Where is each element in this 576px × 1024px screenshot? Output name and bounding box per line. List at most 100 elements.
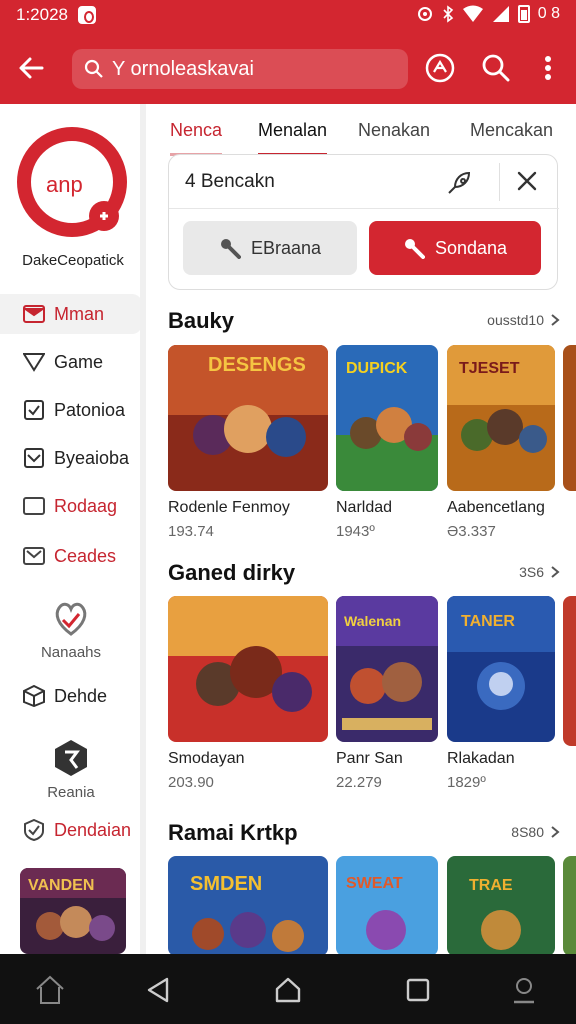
wrench-icon [404, 239, 425, 259]
search-button[interactable] [478, 50, 514, 86]
cover-text: DESENGS [208, 354, 306, 376]
sidebar-item-game[interactable]: Game [0, 342, 140, 382]
section-more-label: 8Ѕ80 [511, 824, 544, 840]
home-nav-button[interactable] [268, 972, 308, 1008]
game-title: Smodayan [168, 750, 245, 767]
top-app-bar: 1:2028 0 8 [0, 0, 576, 104]
sync-icon [417, 7, 432, 21]
cover-text: SMDEN [190, 873, 262, 895]
brand-name: DakeCeopatick [22, 252, 124, 269]
status-icons: 0 8 [416, 5, 560, 23]
tab-nenca[interactable]: Nenca [170, 116, 223, 156]
brand-logo-text: anp [46, 172, 83, 197]
assistant-icon [514, 978, 534, 1004]
checkbox-icon [22, 398, 46, 422]
tab-mencakan[interactable]: Mencakan [470, 116, 553, 156]
section-more-link[interactable]: 3Ѕ6 [519, 564, 560, 580]
status-bar: 1:2028 0 8 [0, 0, 576, 32]
tab-bar: Nenca Menalan Nenakan Mencakan [152, 116, 576, 156]
rocket-icon[interactable] [445, 169, 473, 202]
game-stat: 22.279 [336, 774, 382, 791]
game-title: Rodenle Fenmoy [168, 499, 290, 516]
back-nav-button[interactable] [138, 972, 178, 1008]
battery-icon [517, 5, 530, 23]
divider [499, 163, 500, 201]
section-title: Bauky [168, 308, 235, 333]
cover-text: DUPICK [346, 360, 408, 377]
sidebar-item-dehde[interactable]: Dehde [0, 676, 140, 716]
sidebar-game-thumbnail[interactable]: VANDEN [20, 868, 126, 954]
game-card-partial[interactable] [563, 856, 576, 954]
primary-button-label: Sondana [434, 237, 508, 258]
sidebar-item-byeaioba[interactable]: Byeaioba [0, 438, 140, 478]
game-stat: 1829º [447, 774, 486, 791]
sidebar-item-label: Dehde [54, 685, 108, 706]
game-card[interactable]: DESENGS Rodenle Fenmoy 193.74 [168, 345, 328, 540]
recents-nav-button[interactable] [398, 972, 438, 1008]
filter-query[interactable]: 4 Bencakn [185, 171, 275, 193]
more-vert-icon [545, 56, 551, 80]
game-card[interactable]: TRAE [447, 856, 555, 954]
sidebar-item-mman[interactable]: Mman [0, 294, 140, 334]
chevron-right-icon [551, 314, 560, 326]
section-more-link[interactable]: ousstd10 [487, 312, 560, 328]
filter-query-row: 4 Bencakn [169, 155, 559, 209]
sidebar-item-dendaian[interactable]: Dendaian [0, 810, 140, 850]
game-cover: TRAE [447, 856, 555, 954]
sidebar-item-label: Rodaag [54, 495, 118, 516]
game-stat: 1943º [336, 523, 375, 540]
game-cover: SMDEN [168, 856, 328, 954]
game-title: Panr San [336, 750, 403, 767]
assistant-nav-button[interactable] [504, 972, 544, 1008]
wrench-icon [220, 239, 241, 259]
search-field[interactable] [72, 49, 408, 89]
game-card[interactable]: TJESET Aabencetlang Ə3.337 [447, 345, 555, 540]
game-card[interactable]: TANER Rlakadan 1829º [447, 596, 555, 791]
search-input[interactable] [112, 57, 382, 81]
main-content: Nenca Menalan Nenakan Mencakan 4 Bencakn… [152, 104, 576, 954]
square-icon [406, 978, 430, 1002]
arrow-left-icon [19, 57, 44, 79]
game-card-partial[interactable] [563, 345, 576, 491]
game-title: Aabencetlang [447, 499, 545, 516]
overflow-menu-button[interactable] [530, 50, 566, 86]
chevron-right-icon [551, 566, 560, 578]
game-card[interactable]: SMDEN [168, 856, 328, 954]
section-title: Ramai Krtkp [168, 820, 298, 845]
game-card[interactable]: SWEAT [336, 856, 438, 954]
game-cover: DESENGS [168, 345, 328, 491]
game-card[interactable]: Smodayan 203.90 [168, 596, 328, 791]
home-tab-button[interactable] [30, 972, 70, 1008]
close-icon[interactable] [515, 169, 539, 198]
secondary-button[interactable]: EBraana [183, 221, 357, 275]
sidebar-item-ceades[interactable]: Ceades [0, 536, 140, 576]
tab-nenakan[interactable]: Nenakan [358, 116, 430, 156]
tab-menalan[interactable]: Menalan [258, 116, 328, 156]
mail-check-icon [22, 544, 46, 568]
badge-button[interactable] [422, 50, 458, 86]
game-card-partial[interactable] [563, 596, 576, 746]
game-cover: TANER [447, 596, 555, 742]
game-cover: DUPICK [336, 345, 438, 491]
search-icon [84, 59, 103, 78]
sidebar-item-nanaahs[interactable]: Nanaahs [0, 598, 140, 661]
sidebar-item-patonioa[interactable]: Patonioa [0, 390, 140, 430]
game-card[interactable]: Walenan Panr San 22.279 [336, 596, 438, 791]
bluetooth-icon [443, 5, 453, 23]
system-navigation-bar [0, 954, 576, 1024]
search-icon [482, 54, 510, 82]
cover-text: TJESET [459, 360, 520, 377]
secondary-button-label: EBraana [250, 237, 322, 258]
mail-icon [22, 302, 46, 326]
primary-button[interactable]: Sondana [369, 221, 541, 275]
heart-shield-icon [55, 602, 87, 636]
section-more-link[interactable]: 8Ѕ80 [511, 824, 560, 840]
sidebar-item-label: Mman [54, 303, 105, 324]
sidebar-item-reania[interactable]: Reania [0, 738, 140, 801]
game-stat: 203.90 [168, 774, 214, 791]
sidebar-item-label: Nanaahs [40, 644, 102, 661]
game-card[interactable]: DUPICK Narldad 1943º [336, 345, 438, 540]
signal-icon [492, 6, 509, 22]
sidebar-item-rodaag[interactable]: Rodaag [0, 486, 140, 526]
back-button[interactable] [14, 50, 50, 86]
